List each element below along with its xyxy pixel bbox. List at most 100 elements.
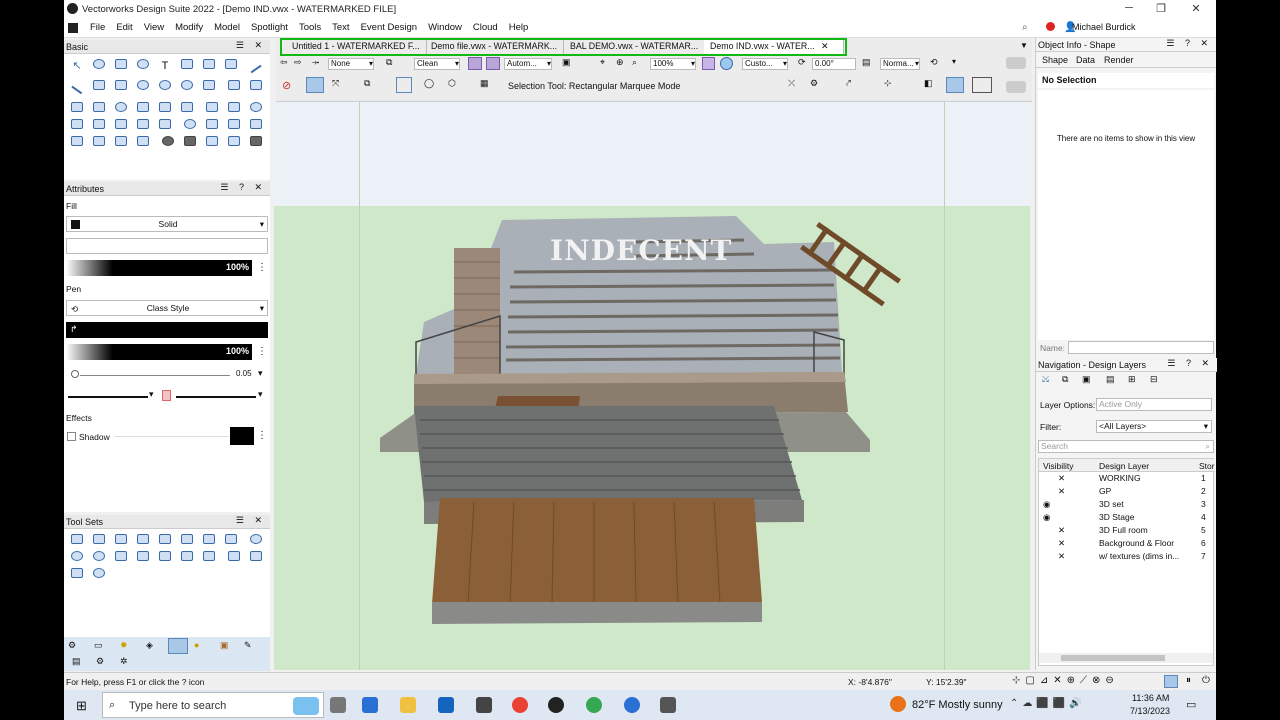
arc-tool-icon[interactable] — [178, 77, 196, 93]
gear-icon[interactable]: ⚙ — [96, 656, 104, 667]
layer-search-input[interactable]: Search ⌕ — [1038, 440, 1214, 453]
working-plane-icon[interactable]: ⤤ — [846, 78, 851, 89]
view-options-button[interactable] — [1006, 57, 1026, 69]
arrowheads-control[interactable]: ▾ ▾ — [66, 389, 268, 403]
locus-tool-icon[interactable] — [247, 133, 265, 149]
box-icon[interactable]: ▣ — [220, 640, 229, 651]
snap-active-button[interactable] — [1164, 675, 1178, 688]
menu-text[interactable]: Text — [332, 22, 349, 33]
clip-tool-icon[interactable] — [178, 99, 196, 115]
protractor-tool-icon[interactable] — [203, 133, 221, 149]
fillet-tool-icon[interactable] — [156, 99, 174, 115]
oval-tool-icon[interactable] — [156, 77, 174, 93]
detailing-tool-icon[interactable] — [156, 531, 174, 547]
pin-icon[interactable]: ● — [194, 640, 199, 650]
fill-opacity-bar[interactable]: 100% — [66, 260, 252, 276]
visibility-hidden-icon[interactable]: ✕ — [1058, 525, 1065, 536]
chevron-down-icon[interactable]: ▾ — [952, 57, 956, 66]
freehand-tool-icon[interactable] — [247, 77, 265, 93]
slider-handle[interactable] — [71, 370, 79, 378]
more-options-icon[interactable]: ⋮ — [257, 262, 267, 273]
outlook-icon[interactable] — [438, 697, 454, 713]
stack-icon[interactable]: ⧉ — [1062, 374, 1068, 385]
rectangle-tool-icon[interactable] — [90, 77, 108, 93]
chevron-down-icon[interactable]: ▾ — [258, 389, 263, 400]
clock-date[interactable]: 7/13/2023 — [1130, 706, 1170, 716]
furniture-tool-icon[interactable] — [112, 531, 130, 547]
tab-data[interactable]: Data — [1076, 55, 1095, 65]
stage-tool-icon[interactable] — [156, 548, 174, 564]
zoom-fit-icon[interactable]: ⌖ — [600, 57, 605, 68]
weather-text[interactable]: 82°F Mostly sunny — [912, 699, 1003, 711]
light-icon[interactable]: ✹ — [120, 640, 128, 651]
marquee-mode-button[interactable] — [306, 77, 324, 93]
marker-swap-icon[interactable] — [162, 390, 171, 401]
window-mode-icon[interactable] — [972, 77, 992, 93]
alert-icon[interactable] — [1046, 22, 1055, 31]
split-tool-icon[interactable] — [90, 116, 108, 132]
wall-tool-icon[interactable] — [134, 133, 152, 149]
thickness-slider[interactable] — [80, 375, 230, 376]
rect-mode-icon[interactable] — [396, 77, 412, 93]
menu-cloud[interactable]: Cloud — [473, 22, 498, 33]
dims-tool-icon[interactable] — [178, 531, 196, 547]
chevron-down-icon[interactable]: ▾ — [149, 389, 154, 400]
store-icon[interactable] — [476, 697, 492, 713]
3d-icon[interactable]: ◈ — [146, 640, 153, 651]
spline-tool-icon[interactable] — [134, 99, 152, 115]
spotlight-tool-icon[interactable] — [68, 531, 86, 547]
shadow-color-swatch[interactable] — [230, 427, 254, 445]
tab-render[interactable]: Render — [1104, 55, 1134, 65]
rounded-rect-tool-icon[interactable] — [112, 77, 130, 93]
duplicate-icon[interactable]: ▤ — [1106, 374, 1115, 385]
active-toolset-tab[interactable] — [168, 638, 188, 654]
name-field[interactable] — [1068, 341, 1214, 354]
fill-color-swatch[interactable] — [71, 220, 80, 229]
eye-icon[interactable]: ◉ — [1043, 499, 1050, 510]
people-tool-icon[interactable] — [68, 565, 86, 581]
polyline-tool-icon[interactable] — [225, 77, 243, 93]
tape-tool-icon[interactable] — [181, 133, 199, 149]
weather-icon[interactable] — [890, 696, 906, 712]
zoom-dropdown[interactable]: 100% ▾ — [650, 58, 696, 70]
plug-in-icon[interactable]: ⚙ — [68, 640, 76, 651]
flyover-tool-icon[interactable] — [112, 56, 130, 72]
palette-controls[interactable]: ☰ ✕ — [236, 515, 266, 526]
double-line-tool-icon[interactable] — [68, 82, 86, 98]
symbol-tool-icon[interactable] — [225, 133, 243, 149]
windows-start-icon[interactable]: ⊞ — [76, 698, 87, 714]
fill-color-field[interactable] — [66, 238, 268, 254]
snap-buttons[interactable]: ⊹▢⊿✕⊕⟋⊗⊖ — [1012, 675, 1119, 686]
visibility-hidden-icon[interactable]: ✕ — [1058, 538, 1065, 549]
new-layer-icon[interactable]: ▣ — [1082, 374, 1091, 385]
chrome-icon[interactable] — [512, 697, 528, 713]
grid-icon[interactable] — [702, 57, 715, 70]
gear-icon[interactable]: ⚙ — [810, 78, 818, 89]
visibility-hidden-icon[interactable]: ✕ — [1058, 551, 1065, 562]
reference-tool-icon[interactable] — [112, 133, 130, 149]
horizontal-scrollbar[interactable] — [1039, 653, 1213, 663]
vectorworks-icon[interactable] — [548, 697, 564, 713]
quarter-arc-tool-icon[interactable] — [200, 77, 218, 93]
snap-grid-icon[interactable]: ⊹ — [884, 78, 892, 89]
visibility-hidden-icon[interactable]: ✕ — [1058, 486, 1065, 497]
preferences-icon[interactable]: ▦ — [480, 78, 489, 89]
mail-icon[interactable] — [362, 697, 378, 713]
menu-spotlight[interactable]: Spotlight — [251, 22, 288, 33]
menu-modify[interactable]: Modify — [175, 22, 203, 33]
menu-file[interactable]: File — [90, 22, 105, 33]
site-tool-icon[interactable] — [222, 531, 240, 547]
render-dropdown[interactable]: Norma... ▾ — [880, 58, 920, 70]
snap-icon[interactable]: ⤫ — [788, 78, 795, 89]
col-visibility[interactable]: Visibility — [1043, 461, 1074, 471]
taskbar-search-box[interactable]: ⌕ Type here to search — [102, 692, 324, 718]
file-explorer-icon[interactable] — [400, 697, 416, 713]
layer-dropdown[interactable]: Clean ▾ — [414, 58, 460, 70]
arc-2-tool-icon[interactable] — [181, 116, 199, 132]
visualization-tool-icon[interactable] — [247, 531, 265, 547]
reshape-tool-icon[interactable] — [156, 116, 174, 132]
polygon-tool-icon[interactable] — [68, 99, 86, 115]
regular-polygon-tool-icon[interactable] — [90, 99, 108, 115]
user-name[interactable]: Michael Burdick — [1072, 22, 1136, 32]
layer-row[interactable]: ✕ w/ textures (dims in... 7 — [1041, 551, 1217, 564]
